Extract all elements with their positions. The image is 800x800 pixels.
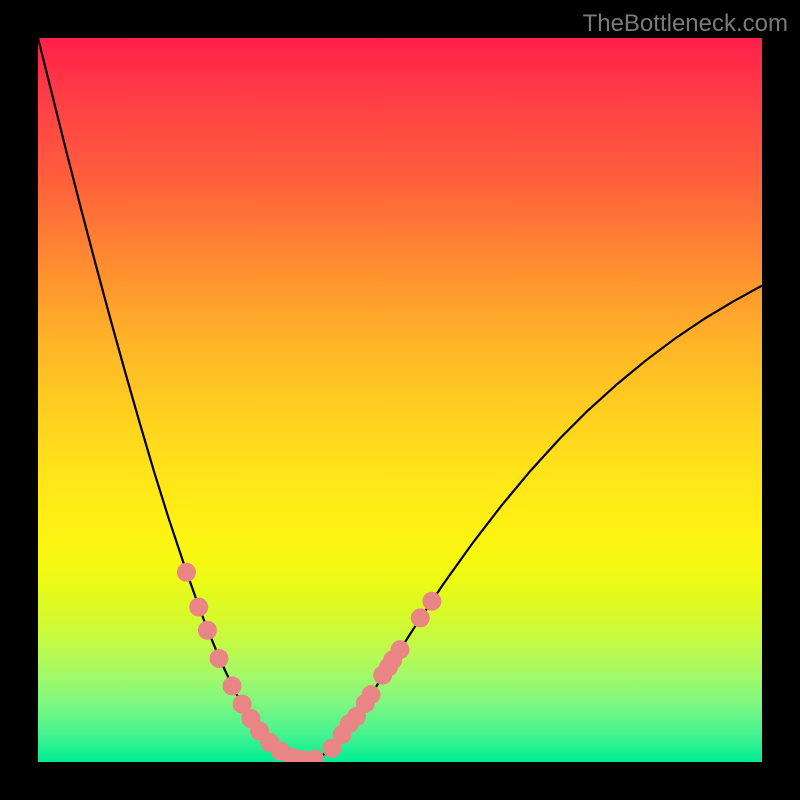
curve-marker (305, 750, 324, 762)
curve-marker (223, 676, 242, 695)
curve-marker (362, 685, 381, 704)
curve-marker (198, 621, 217, 640)
curve-marker (189, 598, 208, 617)
chart-svg (38, 38, 762, 762)
curve-marker (391, 640, 410, 659)
curve-marker (422, 592, 441, 611)
curve-markers (177, 563, 441, 762)
curve-marker (411, 608, 430, 627)
curve-marker (210, 649, 229, 668)
curve-marker (177, 563, 196, 582)
watermark-text: TheBottleneck.com (583, 10, 788, 38)
